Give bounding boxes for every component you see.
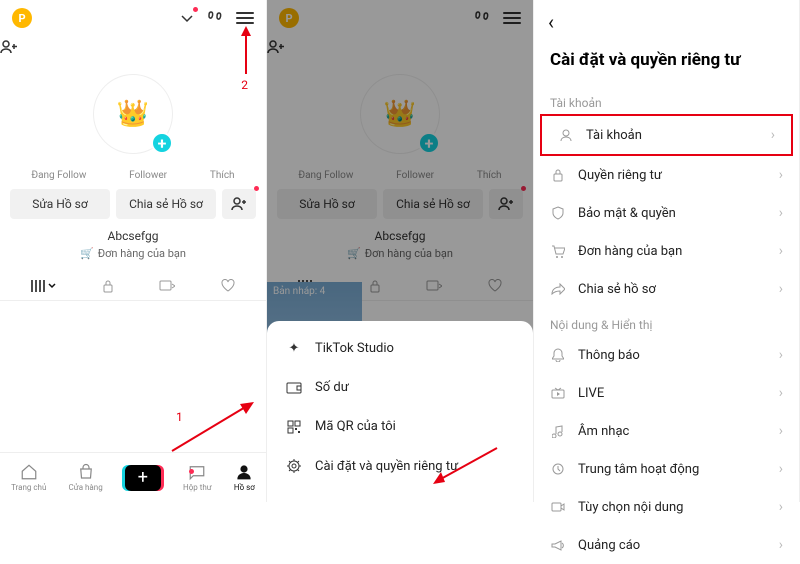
add-friend-icon[interactable] bbox=[0, 36, 266, 58]
nav-profile[interactable]: Hồ sơ bbox=[234, 463, 255, 492]
row-music[interactable]: Âm nhạc › bbox=[534, 412, 799, 450]
annotation-1: 1 bbox=[176, 410, 183, 424]
cart-icon bbox=[550, 245, 566, 258]
footprint-icon[interactable] bbox=[206, 9, 224, 27]
username: Abcsefgg bbox=[0, 229, 266, 247]
sheet-qr[interactable]: Mã QR của tôi bbox=[267, 407, 533, 446]
person-icon bbox=[558, 128, 574, 142]
page-title: Cài đặt và quyền riêng tư bbox=[534, 44, 799, 86]
following-label[interactable]: Đang Follow bbox=[31, 170, 86, 181]
video-icon bbox=[550, 502, 566, 512]
chevron-right-icon: › bbox=[771, 127, 775, 143]
wallet-icon bbox=[285, 382, 303, 394]
feed-tab[interactable] bbox=[30, 278, 56, 294]
row-live[interactable]: LIVE › bbox=[534, 374, 799, 412]
back-button[interactable]: ‹ bbox=[548, 10, 554, 34]
likes-label[interactable]: Thích bbox=[210, 170, 235, 181]
add-story-button[interactable]: + bbox=[151, 132, 173, 154]
section-content: Nội dung & Hiển thị bbox=[534, 308, 799, 336]
notification-dot bbox=[193, 7, 198, 12]
settings-screen: ‹ Cài đặt và quyền riêng tư Tài khoản Tà… bbox=[534, 0, 800, 502]
nav-create[interactable]: + bbox=[125, 465, 161, 491]
add-friend-button[interactable] bbox=[222, 189, 256, 219]
private-tab[interactable] bbox=[101, 279, 115, 293]
music-icon bbox=[550, 424, 566, 438]
profile-menu-screen: P 👑 + Đang Follow Follower Thích Sửa Hồ … bbox=[267, 0, 534, 502]
profile-screen: P 👑 + Đang Follow Follower Thích Sửa Hồ … bbox=[0, 0, 267, 502]
sheet-studio[interactable]: ✦ TikTok Studio bbox=[267, 329, 533, 368]
row-share[interactable]: Chia sẻ hồ sơ › bbox=[534, 270, 799, 308]
bottom-sheet: ✦ TikTok Studio Số dư Mã QR của tôi Cài … bbox=[267, 321, 533, 502]
edit-profile-button[interactable]: Sửa Hồ sơ bbox=[10, 189, 110, 219]
megaphone-icon bbox=[550, 539, 566, 551]
star-person-icon: ✦ bbox=[285, 341, 303, 356]
row-content-pref[interactable]: Tùy chọn nội dung › bbox=[534, 488, 799, 526]
nav-shop[interactable]: Cửa hàng bbox=[69, 463, 103, 492]
row-ads[interactable]: Quảng cáo › bbox=[534, 526, 799, 564]
sheet-balance[interactable]: Số dư bbox=[267, 368, 533, 407]
lock-icon bbox=[550, 168, 566, 182]
row-privacy[interactable]: Quyền riêng tư › bbox=[534, 156, 799, 194]
liked-tab[interactable] bbox=[220, 279, 236, 293]
coin-icon[interactable]: P bbox=[12, 8, 32, 28]
qr-icon bbox=[285, 420, 303, 434]
section-account: Tài khoản bbox=[534, 86, 799, 114]
row-orders[interactable]: Đơn hàng của bạn › bbox=[534, 232, 799, 270]
crown-icon: 👑 bbox=[117, 99, 149, 129]
followers-label[interactable]: Follower bbox=[129, 170, 167, 181]
orders-link[interactable]: 🛒Đơn hàng của bạn bbox=[0, 247, 266, 272]
nav-inbox[interactable]: Hộp thư bbox=[183, 463, 212, 492]
activity-icon bbox=[550, 463, 566, 475]
stats-row: Đang Follow Follower Thích bbox=[0, 170, 266, 189]
share-profile-button[interactable]: Chia sẻ Hồ sơ bbox=[116, 189, 216, 219]
share-icon bbox=[550, 283, 566, 295]
row-activity[interactable]: Trung tâm hoạt động › bbox=[534, 450, 799, 488]
shield-icon bbox=[550, 206, 566, 220]
annotation-2: 2 bbox=[241, 78, 248, 92]
row-security[interactable]: Bảo mật & quyền › bbox=[534, 194, 799, 232]
repost-tab[interactable] bbox=[159, 279, 175, 293]
row-notifications[interactable]: Thông báo › bbox=[534, 336, 799, 374]
bell-icon bbox=[550, 348, 566, 362]
sheet-settings[interactable]: Cài đặt và quyền riêng tư bbox=[267, 446, 533, 486]
row-account[interactable]: Tài khoản › bbox=[540, 114, 793, 156]
menu-icon[interactable] bbox=[236, 12, 254, 24]
account-switcher[interactable] bbox=[180, 11, 194, 25]
live-icon bbox=[550, 387, 566, 399]
gear-icon bbox=[285, 458, 303, 474]
bottom-nav: Trang chủ Cửa hàng + Hộp thư Hồ sơ bbox=[0, 452, 266, 502]
nav-home[interactable]: Trang chủ bbox=[11, 463, 46, 492]
